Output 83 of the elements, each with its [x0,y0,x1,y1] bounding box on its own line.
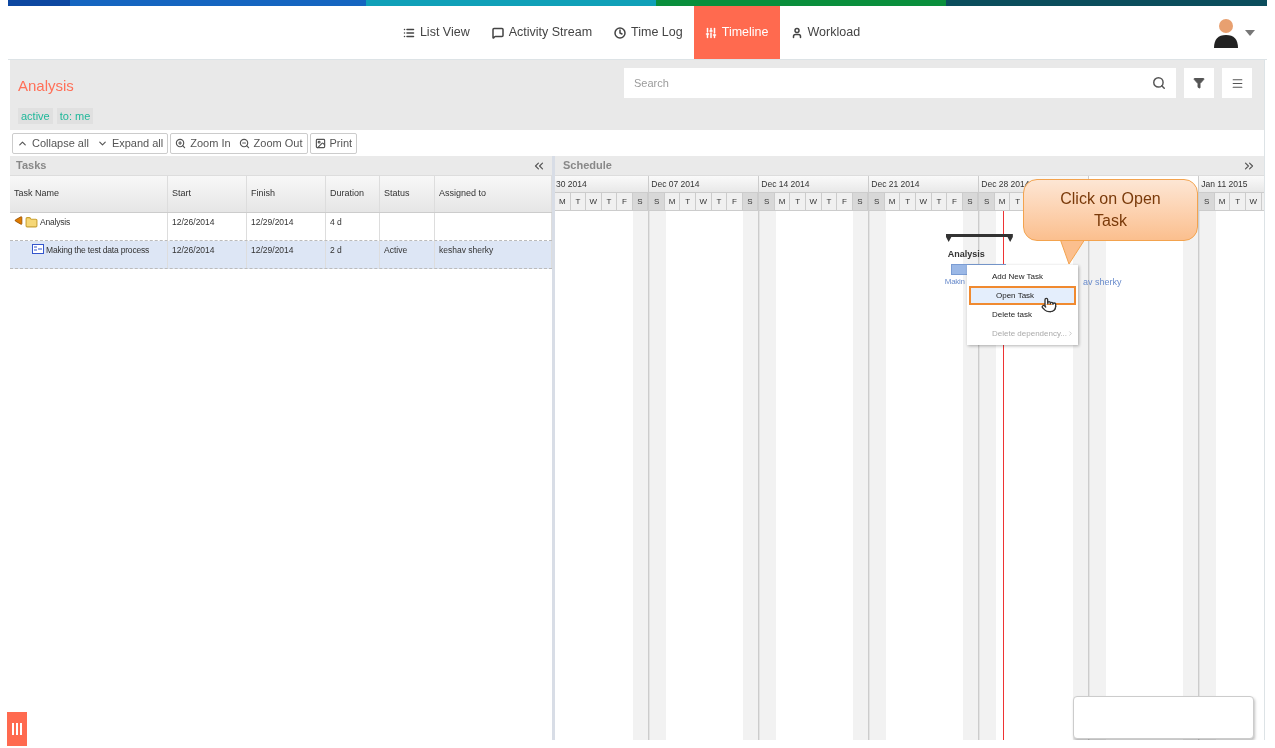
bar-label: Analysis [947,248,985,261]
table-cell: Active [384,244,408,257]
panel-title: Schedule [563,158,612,174]
table-cell: 12/29/2014 [251,244,294,257]
search-icon [1152,76,1166,90]
table-cell: 2 d [330,244,342,257]
toolbar-button[interactable]: Print [310,133,357,153]
user-icon [790,26,803,39]
table-cell: keshav sherky [439,244,494,257]
day-cell: F [947,193,963,210]
expand-icon[interactable] [14,216,23,225]
day-cell: T [900,193,916,210]
day-cell: S [979,193,995,210]
clock-icon [614,26,627,39]
day-cell: T [790,193,806,210]
day-cell: F [837,193,853,210]
day-cell: S [649,193,665,210]
summary-bar[interactable] [945,234,1013,242]
toolbar-button[interactable]: Zoom In [171,133,235,153]
task-icon [32,244,44,254]
menu-icon [1230,76,1244,90]
day-cell: S [1199,193,1215,210]
week-header: Dec 07 2014 [649,176,759,193]
table-cell: Analysis [40,216,71,229]
table-cell: 12/26/2014 [172,216,215,229]
toolbar-button[interactable]: Zoom Out [234,133,307,153]
column-header[interactable]: Assigned to [435,176,552,212]
nav-tab[interactable]: Activity Stream [480,6,604,59]
column-header[interactable]: Status [380,176,435,212]
day-cell: M [555,193,571,210]
zoom-out-icon [238,137,250,149]
day-cell: W [916,193,932,210]
table-cell: 12/26/2014 [172,244,215,257]
filter-button[interactable] [1184,68,1214,98]
week-header: Jan 11 2015 [1199,176,1264,193]
day-cell: S [759,193,775,210]
menu-item[interactable]: Delete task [967,305,1078,324]
column-header[interactable]: Finish [247,176,326,212]
bar-label: Makin [944,276,965,288]
menu-item[interactable]: Open Task [969,286,1076,305]
day-cell: T [680,193,696,210]
bars-icon [12,723,22,735]
day-cell: F [727,193,743,210]
toolbar-button[interactable]: Collapse all [13,133,93,153]
sidebar-toggle-button[interactable] [7,712,27,746]
filter-icon [1193,77,1205,89]
week-header: Dec 14 2014 [759,176,869,193]
toolbar-button[interactable]: Expand all [92,133,168,153]
table-cell: Making the test data process [46,244,150,257]
hand-cursor-icon [1041,297,1057,313]
week-header: Dec 21 2014 [869,176,979,193]
menu-item[interactable]: Add New Task [967,267,1078,286]
avatar-icon[interactable] [1213,17,1239,48]
nav-tab[interactable]: Time Log [603,6,694,59]
bar-label: av sherky [1083,276,1122,289]
folder-icon [25,216,38,229]
column-header[interactable]: Task Name [10,176,168,212]
day-cell: W [1246,193,1262,210]
day-cell: W [586,193,602,210]
caret-icon[interactable] [1245,29,1255,36]
column-header[interactable]: Duration [326,176,380,212]
panel-title: Tasks [16,158,47,174]
day-cell: T [1230,193,1246,210]
project-title: Analysis [18,76,75,96]
zoom-in-icon [175,137,187,149]
table-cell: 12/29/2014 [251,216,294,229]
day-cell: S [869,193,885,210]
table-cell: 4 d [330,216,342,229]
sliders-icon [704,26,717,39]
image-icon [314,137,326,149]
day-cell: W [806,193,822,210]
task-row[interactable]: Analysis 12/26/2014 12/29/2014 4 d [10,213,552,241]
week-header: 30 2014 [555,176,649,193]
menu-button[interactable] [1222,68,1252,98]
list-icon [402,26,415,39]
nav-tab[interactable]: List View [391,6,481,59]
column-header[interactable]: Start [168,176,247,212]
search-field[interactable]: Search [624,68,1176,98]
nav-tab[interactable]: Workload [779,6,872,59]
day-cell: F [617,193,633,210]
task-row[interactable]: Making the test data process 12/26/2014 12/29/2014 2 d Active keshav sherky [10,241,552,269]
comment-icon [491,26,504,39]
day-cell: W [696,193,712,210]
